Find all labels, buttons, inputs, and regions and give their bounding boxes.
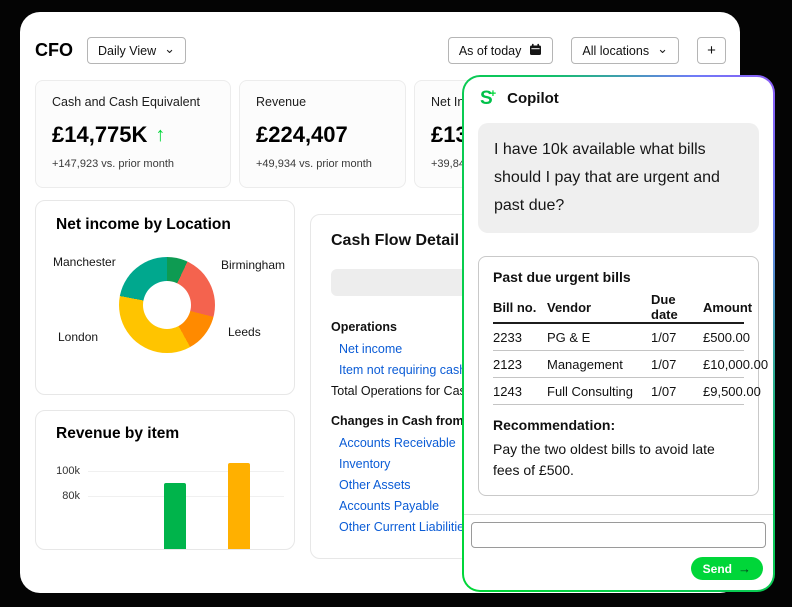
cell-vendor: PG & E (547, 330, 651, 345)
top-bar: CFO Daily View ⌄ As of today All locatio… (20, 12, 740, 78)
add-button[interactable]: + (697, 37, 726, 64)
copilot-panel: S+ Copilot I have 10k available what bil… (462, 75, 775, 592)
calendar-icon (529, 43, 542, 59)
cell-amount: £500.00 (703, 330, 750, 345)
col-header: Due date (651, 292, 703, 322)
y-axis-tick: 80k (48, 490, 80, 502)
locations-label: All locations (582, 44, 649, 58)
kpi-card-revenue[interactable]: Revenue £224,407 +49,934 vs. prior month (239, 80, 406, 188)
bills-answer-card: Past due urgent bills Bill no. Vendor Du… (478, 256, 759, 496)
kpi-label: Cash and Cash Equivalent (52, 95, 214, 109)
cell-amount: £10,000.00 (703, 357, 768, 372)
cell-vendor: Full Consulting (547, 384, 651, 399)
revenue-bar (228, 463, 250, 550)
table-header-row: Bill no. Vendor Due date Amount (493, 292, 744, 324)
view-selector-label: Daily View (98, 44, 156, 58)
as-of-today-label: As of today (459, 44, 522, 58)
cell-due-date: 1/07 (651, 330, 703, 345)
cell-bill-no: 1243 (493, 384, 547, 399)
kpi-delta: +49,934 vs. prior month (256, 158, 389, 170)
kpi-label: Revenue (256, 95, 389, 109)
page-title: CFO (35, 40, 73, 61)
send-button-label: Send (703, 562, 732, 576)
user-message-bubble: I have 10k available what bills should I… (478, 123, 759, 233)
cell-amount: £9,500.00 (703, 384, 761, 399)
donut-label-birmingham: Birmingham (221, 258, 285, 272)
gridline (88, 496, 284, 497)
copilot-title: Copilot (507, 90, 559, 107)
copilot-header: S+ Copilot (464, 77, 773, 114)
as-of-today-button[interactable]: As of today (448, 37, 554, 64)
net-income-by-location-card: Net income by Location Manchester Birmin… (35, 200, 295, 395)
donut-label-london: London (58, 330, 98, 344)
kpi-value: £14,775K (52, 122, 147, 148)
card-title: Net income by Location (56, 216, 274, 234)
table-row: 1243 Full Consulting 1/07 £9,500.00 (493, 378, 744, 405)
col-header: Amount (703, 300, 752, 315)
donut-chart (119, 257, 215, 353)
bills-table-title: Past due urgent bills (493, 269, 744, 285)
gridline (88, 471, 284, 472)
sparkle-icon: + (490, 88, 496, 100)
copilot-message-input[interactable] (471, 522, 766, 548)
recommendation-text: Pay the two oldest bills to avoid late f… (493, 439, 744, 481)
col-header: Vendor (547, 300, 651, 315)
trend-up-icon: ↑ (155, 124, 165, 147)
donut-label-manchester: Manchester (53, 255, 116, 269)
cell-vendor: Management (547, 357, 651, 372)
table-row: 2233 PG & E 1/07 £500.00 (493, 324, 744, 351)
kpi-delta: +147,923 vs. prior month (52, 158, 214, 170)
chevron-down-icon: ⌄ (164, 45, 175, 53)
card-title: Revenue by item (56, 425, 274, 443)
col-header: Bill no. (493, 300, 547, 315)
copilot-input-area (464, 514, 773, 548)
revenue-by-item-card: Revenue by item 100k 80k (35, 410, 295, 550)
revenue-bar (164, 483, 186, 550)
chevron-down-icon: ⌄ (657, 45, 668, 53)
donut-hole (143, 281, 191, 329)
cell-bill-no: 2123 (493, 357, 547, 372)
cell-due-date: 1/07 (651, 357, 703, 372)
view-selector-dropdown[interactable]: Daily View ⌄ (87, 37, 186, 64)
locations-dropdown[interactable]: All locations ⌄ (571, 37, 679, 64)
send-arrow-icon: → (738, 562, 751, 575)
recommendation-label: Recommendation: (493, 417, 744, 433)
table-row: 2123 Management 1/07 £10,000.00 (493, 351, 744, 378)
sage-copilot-logo-icon: S+ (480, 89, 499, 108)
kpi-value: £224,407 (256, 122, 348, 148)
kpi-card-cash[interactable]: Cash and Cash Equivalent £14,775K ↑ +147… (35, 80, 231, 188)
donut-label-leeds: Leeds (228, 325, 261, 339)
cell-due-date: 1/07 (651, 384, 703, 399)
send-button[interactable]: Send → (691, 557, 763, 580)
cell-bill-no: 2233 (493, 330, 547, 345)
bills-table: Bill no. Vendor Due date Amount 2233 PG … (493, 292, 744, 405)
y-axis-tick: 100k (48, 465, 80, 477)
